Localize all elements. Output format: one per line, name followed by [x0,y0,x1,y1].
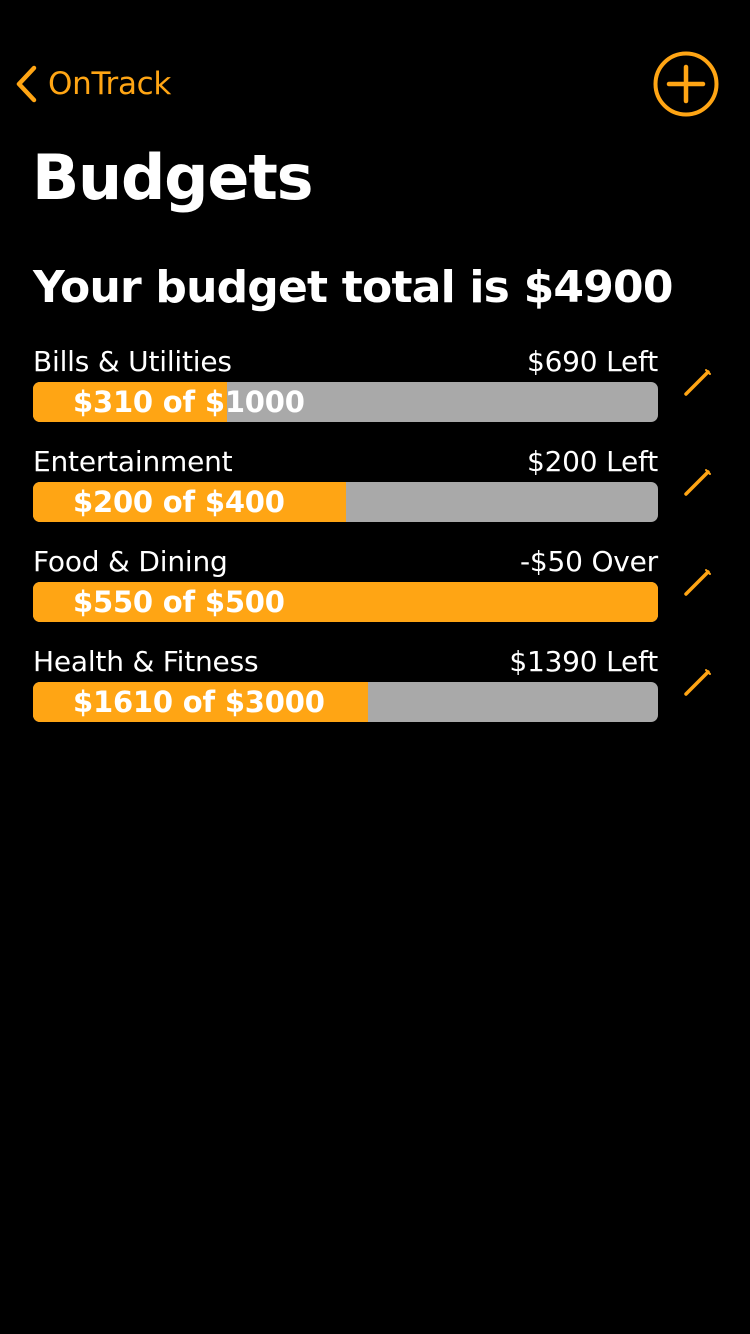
chevron-left-icon [14,64,38,104]
budget-list: Bills & Utilities $690 Left $310 of $100… [0,338,750,738]
back-button-label: OnTrack [48,66,172,102]
budget-progress-bar: $310 of $1000 [33,382,658,422]
budget-progress-bar: $550 of $500 [33,582,658,622]
budget-row: Health & Fitness $1390 Left $1610 of $30… [0,638,750,738]
budget-progress-bar: $1610 of $3000 [33,682,658,722]
budget-remaining: $200 Left [526,445,658,478]
plus-circle-icon [652,50,720,118]
back-button[interactable]: OnTrack [14,58,171,110]
pencil-icon [680,364,716,400]
budget-category-name: Health & Fitness [33,645,259,678]
budget-category-name: Entertainment [33,445,233,478]
edit-budget-button[interactable] [680,664,716,700]
budget-row: Food & Dining -$50 Over $550 of $500 [0,538,750,638]
budget-total: Your budget total is $4900 [33,262,673,313]
pencil-icon [680,464,716,500]
edit-budget-button[interactable] [680,464,716,500]
budget-remaining: $1390 Left [509,645,658,678]
budget-remaining: $690 Left [526,345,658,378]
edit-budget-button[interactable] [680,364,716,400]
budget-category-name: Food & Dining [33,545,228,578]
page-title: Budgets [32,141,314,214]
navigation-bar: OnTrack [0,0,750,130]
add-budget-button[interactable] [652,50,720,118]
budget-progress-label: $310 of $1000 [73,385,305,419]
budget-progress-label: $550 of $500 [73,585,285,619]
budget-category-name: Bills & Utilities [33,345,232,378]
pencil-icon [680,664,716,700]
budget-progress-label: $1610 of $3000 [73,685,325,719]
budget-progress-bar: $200 of $400 [33,482,658,522]
budget-remaining: -$50 Over [520,545,658,578]
pencil-icon [680,564,716,600]
budget-row: Bills & Utilities $690 Left $310 of $100… [0,338,750,438]
budget-row: Entertainment $200 Left $200 of $400 [0,438,750,538]
edit-budget-button[interactable] [680,564,716,600]
budget-progress-label: $200 of $400 [73,485,285,519]
